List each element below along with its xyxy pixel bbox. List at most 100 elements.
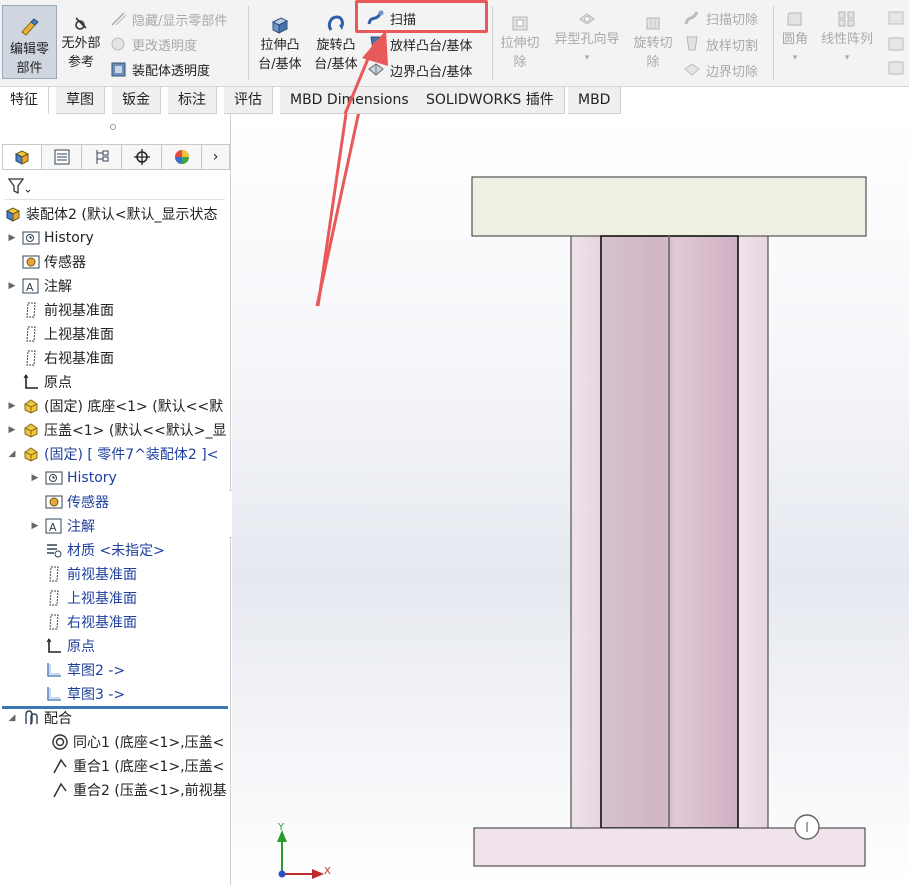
feature-tree-icon [14,150,30,165]
more-features-icon[interactable] [882,8,909,84]
history-label: History [44,230,94,246]
tree-item-top-plane[interactable]: 上视基准面 [18,322,114,346]
hide-show-components-button[interactable]: 隐藏/显示零部件 [110,8,227,30]
assembly-transparency-button[interactable]: 装配体透明度 [110,58,210,80]
tree-item-sub-top-plane[interactable]: 上视基准面 [41,586,137,610]
fillet-icon [787,12,802,26]
sleeve-left-wall[interactable] [570,235,602,829]
tree-item-sketch2[interactable]: 草图2 -> [41,658,125,682]
annotation-icon: A [45,517,63,535]
tree-item-sub-front-plane[interactable]: 前视基准面 [41,562,137,586]
command-manager-tabs: 特征 草图 钣金 标注 评估 MBD Dimensions SOLIDWORKS… [0,87,909,114]
swept-cut-label: 扫描切除 [706,12,759,28]
tree-item-mate-coincident1[interactable]: 重合1 (底座<1>,压盖< [47,754,224,778]
tree-item-annotations[interactable]: ▶ A 注解 [6,274,72,298]
sketch3-label: 草图3 -> [67,687,126,703]
triad-x-label: X [324,866,331,877]
tree-item-sensors[interactable]: 传感器 [18,250,86,274]
revolve-cut-label-1: 旋转切 [633,36,673,51]
panel-tabs-more-button[interactable]: › [202,144,230,170]
tree-item-sub-right-plane[interactable]: 右视基准面 [41,610,137,634]
swept-cut-button[interactable]: 扫描切除 [682,7,758,29]
hole-wizard-button[interactable]: 异型孔向导 ▾ [550,10,624,68]
tree-item-mate-concentric1[interactable]: 同心1 (底座<1>,压盖< [47,730,224,754]
filter-icon [7,178,31,195]
expand-arrow-icon[interactable]: ▶ [6,281,18,291]
property-manager-tab[interactable] [42,144,82,170]
tree-item-right-plane[interactable]: 右视基准面 [18,346,114,370]
dimxpert-manager-tab[interactable] [122,144,162,170]
tab-evaluate[interactable]: 评估 [224,87,273,114]
revolved-boss-button[interactable]: 旋转凸 台/基体 [311,14,361,74]
assembly-model[interactable]: Y X [232,114,909,885]
boundary-icon [368,63,384,76]
revolved-cut-button[interactable]: 旋转切 除 [630,14,676,72]
triad-y-label: Y [277,822,285,833]
tree-item-sub-sensors[interactable]: 传感器 [41,490,109,514]
linear-pattern-dropdown-icon[interactable]: ▾ [818,49,876,68]
lofted-boss-button[interactable]: 放样凸台/基体 [366,33,472,55]
edit-component-button[interactable]: 编辑零 部件 [2,5,57,79]
display-manager-tab[interactable] [162,144,202,170]
configuration-icon [96,150,108,164]
tab-mbd-dimensions[interactable]: MBD Dimensions [280,87,420,114]
tree-item-material[interactable]: 材质 <未指定> [41,538,165,562]
expand-arrow-icon[interactable]: ▶ [6,401,18,411]
change-transparency-button[interactable]: 更改透明度 [110,33,197,55]
no-external-refs-button[interactable]: 无外部 参考 [58,14,104,72]
panel-grip[interactable] [110,124,116,130]
expand-arrow-icon[interactable]: ▶ [29,521,41,531]
fillet-dropdown-icon[interactable]: ▾ [776,49,814,68]
tree-item-mates[interactable]: ◢ 配合 [6,706,72,730]
tab-sheet-metal[interactable]: 钣金 [112,87,161,114]
tree-root-assembly[interactable]: 装配体2 (默认<默认_显示状态 [0,202,218,226]
top-cover-part[interactable] [471,176,867,237]
concentric-mate-icon [51,733,69,751]
tree-item-mate-coincident2[interactable]: 重合2 (压盖<1>,前视基 [47,778,227,802]
linear-pattern-button[interactable]: 线性阵列 ▾ [818,10,876,68]
tree-item-front-plane[interactable]: 前视基准面 [18,298,114,322]
extrude-boss-icon [271,17,289,34]
tab-features[interactable]: 特征 [0,87,49,114]
extruded-cut-button[interactable]: 拉伸切 除 [497,14,543,72]
tab-solidworks-addins[interactable]: SOLIDWORKS 插件 [416,87,565,114]
collapse-arrow-icon[interactable]: ◢ [6,713,18,723]
extruded-boss-button[interactable]: 拉伸凸 台/基体 [255,14,305,74]
material-label: 材质 <未指定> [67,543,165,559]
lofted-cut-label: 放样切割 [706,38,759,54]
tree-item-sub-annotations[interactable]: ▶ A 注解 [29,514,95,538]
lofted-cut-button[interactable]: 放样切割 [682,33,758,55]
tree-item-sub-origin[interactable]: 原点 [41,634,95,658]
tree-item-part7-component[interactable]: ◢ (固定) [ 零件7^装配体2 ]< [6,442,219,466]
sleeve-right-wall[interactable] [737,235,769,829]
tree-item-cover-component[interactable]: ▶ 压盖<1> (默认<<默认>_显 [6,418,227,442]
collapse-arrow-icon[interactable]: ◢ [6,449,18,459]
ribbon-separator [248,6,249,80]
expand-arrow-icon[interactable]: ▶ [6,425,18,435]
graphics-area[interactable]: Y X [232,114,909,885]
right-plane-label: 右视基准面 [44,351,114,367]
mate2-label: 重合1 (底座<1>,压盖< [73,759,225,775]
tree-item-origin[interactable]: 原点 [18,370,72,394]
tab-sketch[interactable]: 草图 [56,87,105,114]
mate-marker-icon[interactable] [794,814,820,840]
boundary-boss-button[interactable]: 边界凸台/基体 [366,59,472,81]
configuration-manager-tab[interactable] [82,144,122,170]
expand-arrow-icon[interactable]: ▶ [29,473,41,483]
tree-item-history[interactable]: ▶ History [6,226,94,250]
sensor-icon [22,253,40,271]
tab-mbd[interactable]: MBD [568,87,622,114]
tab-annotation[interactable]: 标注 [168,87,217,114]
expand-arrow-icon[interactable]: ▶ [6,233,18,243]
feature-manager-tab[interactable] [2,144,42,170]
fillet-button[interactable]: 圆角 ▾ [776,10,814,68]
reference-triad: Y X [277,822,331,879]
tree-item-sub-history[interactable]: ▶ History [29,466,117,490]
top-plane-label: 上视基准面 [44,327,114,343]
tree-filter[interactable] [5,174,225,200]
tree-item-base-component[interactable]: ▶ (固定) 底座<1> (默认<<默 [6,394,224,418]
tree-item-sketch3[interactable]: 草图3 -> [41,682,125,706]
loft-icon [370,36,382,51]
hole-wizard-dropdown-icon[interactable]: ▾ [550,49,624,68]
boundary-cut-button[interactable]: 边界切除 [682,59,758,81]
